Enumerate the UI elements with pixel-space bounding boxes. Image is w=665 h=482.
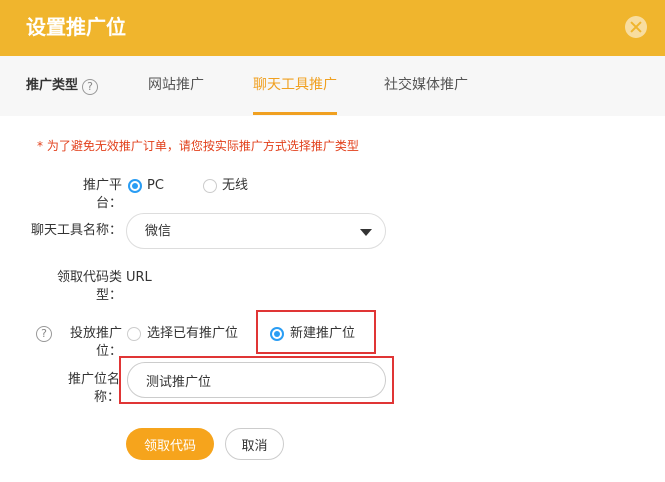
chat-tool-value: 微信 [145, 224, 172, 239]
close-icon[interactable] [625, 16, 647, 38]
radio-existing-placement[interactable] [127, 327, 141, 341]
dialog-header: 设置推广位 [0, 0, 665, 56]
code-type-label: 领取代码类型： [56, 270, 122, 303]
radio-new-placement[interactable] [270, 327, 284, 341]
warning-text: * 为了避免无效推广订单，请您按实际推广方式选择推广类型 [37, 139, 359, 153]
tab-website[interactable]: 网站推广 [148, 75, 204, 95]
tab-active-indicator [253, 112, 337, 115]
code-type-value: URL [126, 270, 152, 285]
radio-wireless-label[interactable]: 无线 [222, 177, 248, 195]
radio-pc-label[interactable]: PC [147, 177, 164, 195]
tab-type-label: 推广类型 [26, 78, 79, 93]
cancel-button[interactable]: 取消 [225, 428, 284, 460]
chat-tool-select[interactable]: 微信 [126, 213, 386, 249]
placement-name-label: 推广位名称： [67, 372, 120, 405]
tab-bar: 推广类型 ? 网站推广 聊天工具推广 社交媒体推广 [0, 56, 665, 116]
tab-social-media[interactable]: 社交媒体推广 [384, 75, 468, 95]
help-icon[interactable]: ? [82, 79, 98, 95]
radio-wireless[interactable] [203, 179, 217, 193]
platform-label: 推广平台： [82, 178, 122, 211]
radio-pc[interactable] [128, 179, 142, 193]
radio-existing-placement-label[interactable]: 选择已有推广位 [147, 325, 238, 343]
caret-down-icon [360, 229, 372, 236]
placement-help-icon[interactable]: ? [36, 326, 52, 342]
radio-new-placement-label[interactable]: 新建推广位 [290, 325, 355, 343]
placement-name-input[interactable] [127, 362, 386, 398]
placement-label: 投放推广位： [69, 326, 122, 359]
tab-chat-tool[interactable]: 聊天工具推广 [253, 75, 337, 95]
dialog-title: 设置推广位 [26, 15, 126, 39]
chat-tool-label: 聊天工具名称： [30, 223, 122, 238]
get-code-button[interactable]: 领取代码 [126, 428, 214, 460]
